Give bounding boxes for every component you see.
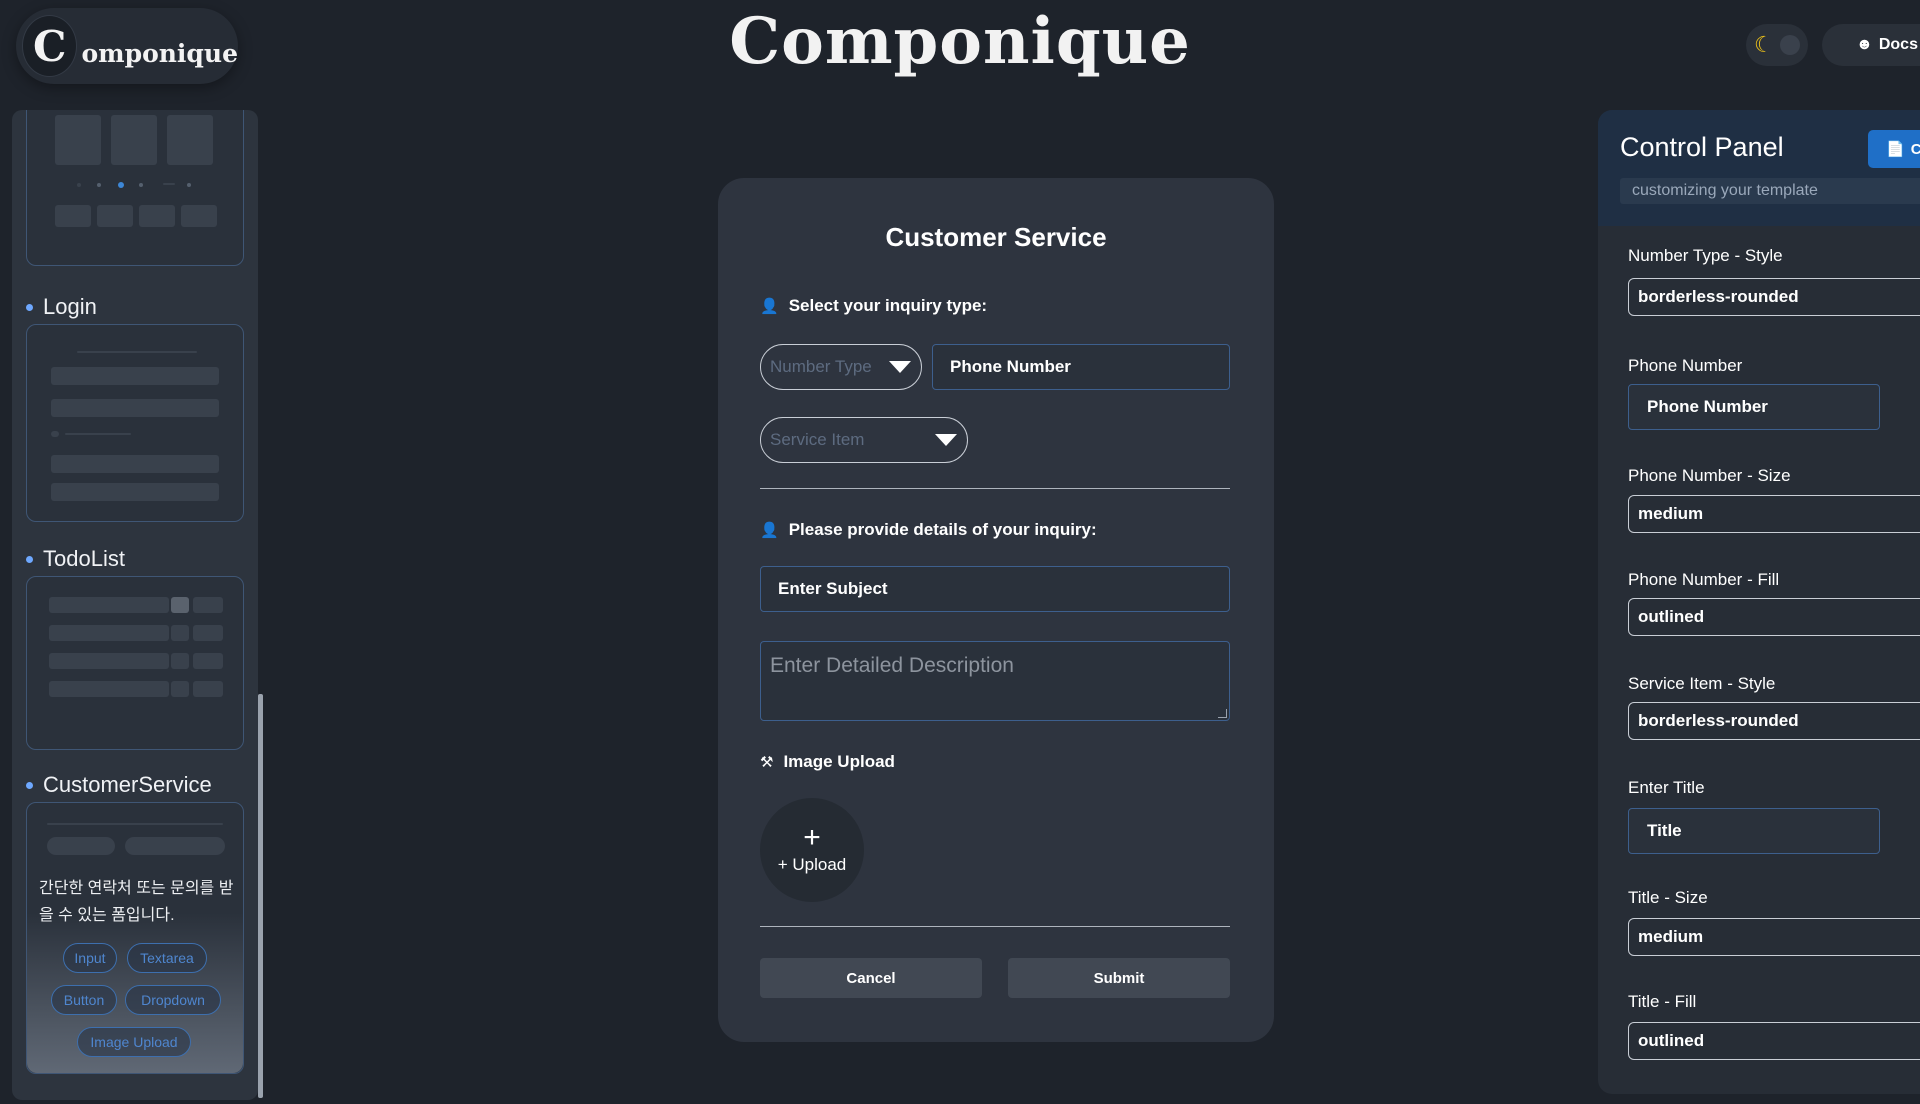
phone-number-config-input[interactable]: Phone Number <box>1628 384 1880 430</box>
description-placeholder: Enter Detailed Description <box>770 654 1014 677</box>
image-upload-label: ⚒ Image Upload <box>760 752 895 772</box>
upload-text: + Upload <box>777 855 847 874</box>
phone-number-input[interactable]: Phone Number <box>932 344 1230 390</box>
field-label: Phone Number - Fill <box>1628 570 1780 589</box>
divider <box>760 926 1230 927</box>
select-value: outlined <box>1638 607 1705 626</box>
tag-chip: Image Upload <box>77 1027 191 1057</box>
field-label: Service Item - Style <box>1628 674 1776 693</box>
theme-toggle[interactable]: ☾ <box>1746 24 1808 66</box>
details-text: Please provide details of your inquiry: <box>788 520 1097 539</box>
copy-code-label: C <box>1910 140 1920 158</box>
form-title: Customer Service <box>885 222 1107 252</box>
number-type-style-select[interactable]: borderless-rounded <box>1628 278 1920 316</box>
phone-number-size-select[interactable]: medium <box>1628 495 1920 533</box>
field-label: Phone Number <box>1628 356 1743 375</box>
field-label: Number Type - Style <box>1628 246 1783 265</box>
phone-number-placeholder: Phone Number <box>950 357 1071 376</box>
sidebar-item-label: TodoList <box>43 546 125 571</box>
number-type-select[interactable]: Number Type <box>760 344 922 390</box>
inquiry-type-text: Select your inquiry type: <box>788 296 988 315</box>
customer-service-form: Customer Service 👤 Select your inquiry t… <box>718 178 1274 1042</box>
copy-code-button[interactable]: 📄 C <box>1868 130 1920 168</box>
select-value: medium <box>1638 927 1704 946</box>
sidebar-item-login[interactable]: Login <box>26 294 97 320</box>
select-value: outlined <box>1638 1031 1705 1050</box>
phone-number-fill-select[interactable]: outlined <box>1628 598 1920 636</box>
tag-chip: Input <box>63 943 117 973</box>
person-icon: 👤 <box>760 522 779 539</box>
select-value: borderless-rounded <box>1638 287 1799 306</box>
docs-label: Docs <box>1878 36 1918 53</box>
sidebar: Login TodoList CustomerService 간단한 연락처 또… <box>12 110 258 1100</box>
title-size-select[interactable]: medium <box>1628 918 1920 956</box>
subject-input[interactable]: Enter Subject <box>760 566 1230 612</box>
service-item-placeholder: Service Item <box>770 430 865 449</box>
sidebar-thumb-todolist[interactable] <box>26 576 244 750</box>
description-textarea[interactable]: Enter Detailed Description <box>760 641 1230 721</box>
control-panel-header: Control Panel 📄 C customizing your templ… <box>1598 110 1920 226</box>
sidebar-thumb-customerservice[interactable]: 간단한 연락처 또는 문의를 받을 수 있는 폼입니다. Input Texta… <box>26 802 244 1074</box>
number-type-placeholder: Number Type <box>770 357 872 376</box>
person-icon: 👤 <box>760 298 779 315</box>
upload-button[interactable]: + + Upload <box>760 798 864 902</box>
bullet-dot <box>26 781 33 789</box>
service-item-style-select[interactable]: borderless-rounded <box>1628 702 1920 740</box>
caret-down-icon <box>889 361 911 373</box>
bullet-dot <box>26 555 33 563</box>
select-value: medium <box>1638 504 1704 523</box>
caret-down-icon <box>935 434 957 446</box>
details-label: 👤 Please provide details of your inquiry… <box>760 520 1097 540</box>
sidebar-thumb-carousel[interactable] <box>26 110 244 266</box>
sidebar-item-label: CustomerService <box>43 772 212 797</box>
inquiry-type-label: 👤 Select your inquiry type: <box>760 296 987 316</box>
bullet-dot <box>26 303 33 311</box>
moon-icon: ☾ <box>1754 32 1774 57</box>
input-value: Phone Number <box>1647 397 1768 416</box>
field-label: Enter Title <box>1628 778 1705 797</box>
plus-icon: + <box>803 821 821 854</box>
submit-button[interactable]: Submit <box>1008 958 1230 998</box>
select-value: borderless-rounded <box>1638 711 1799 730</box>
toggle-knob <box>1780 35 1800 55</box>
tag-chip: Dropdown <box>125 985 221 1015</box>
sidebar-item-customerservice[interactable]: CustomerService <box>26 772 212 798</box>
tag-chip: Textarea <box>127 943 207 973</box>
service-item-select[interactable]: Service Item <box>760 417 968 463</box>
divider <box>760 488 1230 489</box>
document-icon: 📄 <box>1886 141 1905 158</box>
image-upload-text: Image Upload <box>783 752 895 771</box>
sidebar-thumb-login[interactable] <box>26 324 244 522</box>
input-value: Title <box>1647 821 1682 840</box>
field-label: Title - Fill <box>1628 992 1697 1011</box>
user-icon: ☻ <box>1856 36 1873 53</box>
cancel-button[interactable]: Cancel <box>760 958 982 998</box>
title-config-input[interactable]: Title <box>1628 808 1880 854</box>
sidebar-scrollbar[interactable] <box>258 694 263 1098</box>
control-panel: Control Panel 📄 C customizing your templ… <box>1598 110 1920 1094</box>
tools-icon: ⚒ <box>760 754 774 771</box>
field-label: Title - Size <box>1628 888 1708 907</box>
control-panel-title: Control Panel <box>1620 132 1784 162</box>
subject-placeholder: Enter Subject <box>778 579 888 598</box>
sidebar-item-todolist[interactable]: TodoList <box>26 546 125 572</box>
title-fill-select[interactable]: outlined <box>1628 1022 1920 1060</box>
docs-button[interactable]: ☻ Docs <box>1822 24 1920 66</box>
sidebar-item-label: Login <box>43 294 97 319</box>
field-label: Phone Number - Size <box>1628 466 1791 485</box>
resize-grip-icon[interactable] <box>1218 709 1227 718</box>
page-title: Componique <box>729 4 1191 79</box>
tag-chip: Button <box>51 985 117 1015</box>
control-panel-subtitle: customizing your template <box>1620 178 1920 204</box>
